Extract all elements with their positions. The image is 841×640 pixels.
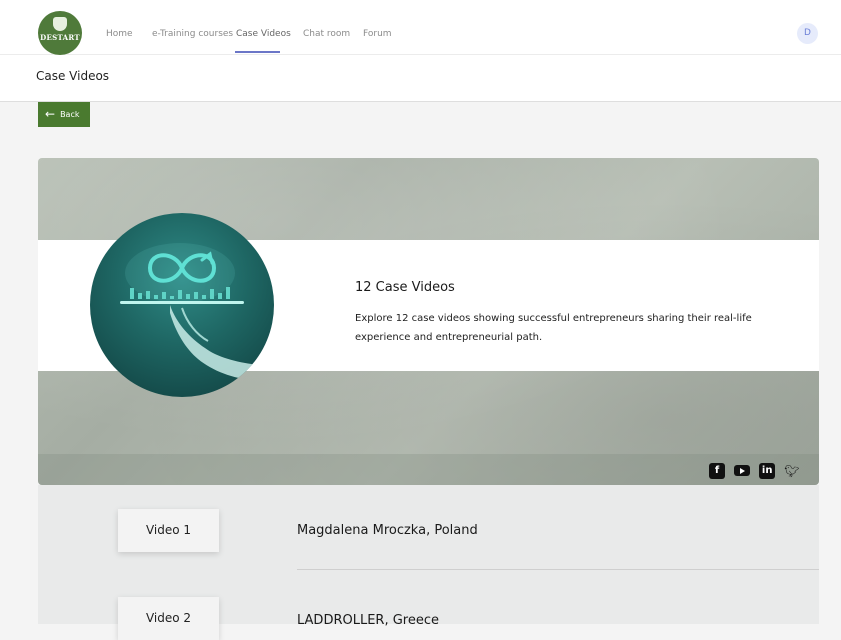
hero-banner: 12 Case Videos Explore 12 case videos sh…: [38, 158, 819, 485]
arrow-left-icon: ←: [45, 107, 56, 121]
list-divider: [297, 569, 819, 570]
page-header: Case Videos: [0, 55, 841, 102]
facebook-icon[interactable]: f: [709, 462, 725, 479]
destart-logo[interactable]: DESTART: [38, 11, 82, 55]
hero-social-bar: [38, 454, 819, 485]
twitter-icon[interactable]: 🐦︎: [784, 464, 799, 478]
hero-title: 12 Case Videos: [355, 280, 455, 295]
social-links: f in 🐦︎ ⌂: [709, 460, 819, 485]
video-2-title[interactable]: LADDROLLER, Greece: [297, 613, 439, 628]
nav-case-videos[interactable]: Case Videos: [236, 29, 291, 39]
linkedin-icon[interactable]: in: [759, 462, 776, 479]
nav-chat-room[interactable]: Chat room: [303, 29, 350, 39]
hero-illustration: [90, 213, 274, 397]
hero-description: Explore 12 case videos showing successfu…: [355, 313, 752, 343]
page-title: Case Videos: [36, 69, 110, 83]
logo-icon: [53, 17, 67, 31]
nav-forum[interactable]: Forum: [363, 29, 392, 39]
back-button[interactable]: ← Back: [38, 102, 90, 127]
video-2-button[interactable]: Video 2: [118, 597, 219, 640]
logo-text: DESTART: [40, 33, 80, 42]
video-1-button[interactable]: Video 1: [118, 509, 219, 552]
top-navbar: DESTART Home e-Training courses Case Vid…: [0, 0, 841, 55]
back-button-label: Back: [60, 110, 80, 119]
nav-home[interactable]: Home: [106, 29, 133, 39]
video-1-title[interactable]: Magdalena Mroczka, Poland: [297, 523, 478, 538]
active-nav-indicator: [235, 51, 280, 53]
video-list: Video 1 Magdalena Mroczka, Poland Video …: [38, 485, 819, 640]
nav-e-training-courses[interactable]: e-Training courses: [152, 29, 233, 39]
infinity-hand-icon: [120, 243, 266, 381]
youtube-icon[interactable]: [734, 465, 751, 476]
user-avatar[interactable]: D: [797, 23, 818, 44]
